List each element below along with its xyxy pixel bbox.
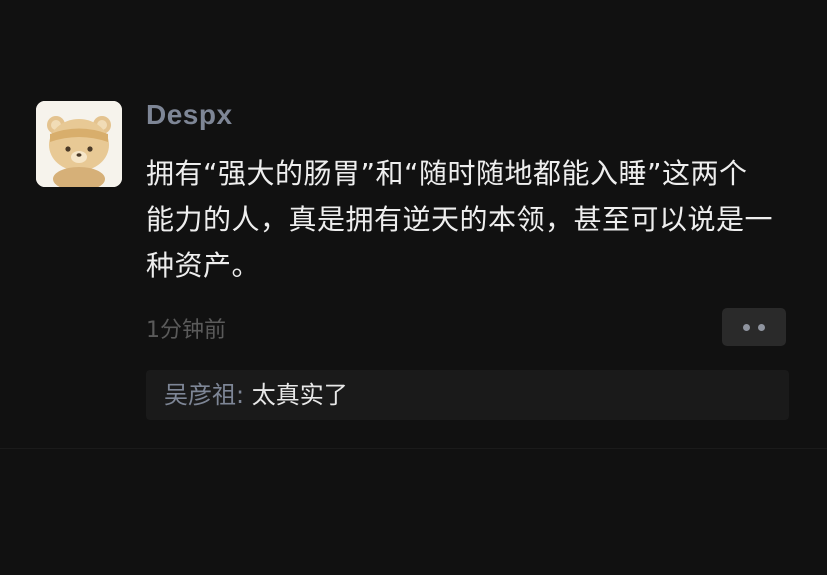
reply-item: 吴彦祖: 太真实了 xyxy=(164,378,348,412)
post-content: 拥有“强大的肠胃”和“随时随地都能入睡”这两个能力的人，真是拥有逆天的本领，甚至… xyxy=(146,157,774,282)
reply-author[interactable]: 吴彦祖 xyxy=(164,381,236,409)
more-dots-icon xyxy=(758,323,765,331)
post-card: Despx 拥有“强大的肠胃”和“随时随地都能入睡”这两个能力的人，真是拥有逆天… xyxy=(0,0,827,575)
more-options-button[interactable] xyxy=(722,308,786,346)
post-timestamp: 1分钟前 xyxy=(146,318,226,343)
more-dots-icon xyxy=(743,323,750,331)
bear-avatar-icon xyxy=(36,101,122,187)
reply-box[interactable]: 吴彦祖: 太真实了 xyxy=(146,370,789,420)
reply-separator: : xyxy=(236,381,252,409)
username[interactable]: Despx xyxy=(146,99,233,131)
divider xyxy=(0,448,827,449)
avatar[interactable] xyxy=(36,101,122,187)
reply-text: 太真实了 xyxy=(251,381,348,409)
